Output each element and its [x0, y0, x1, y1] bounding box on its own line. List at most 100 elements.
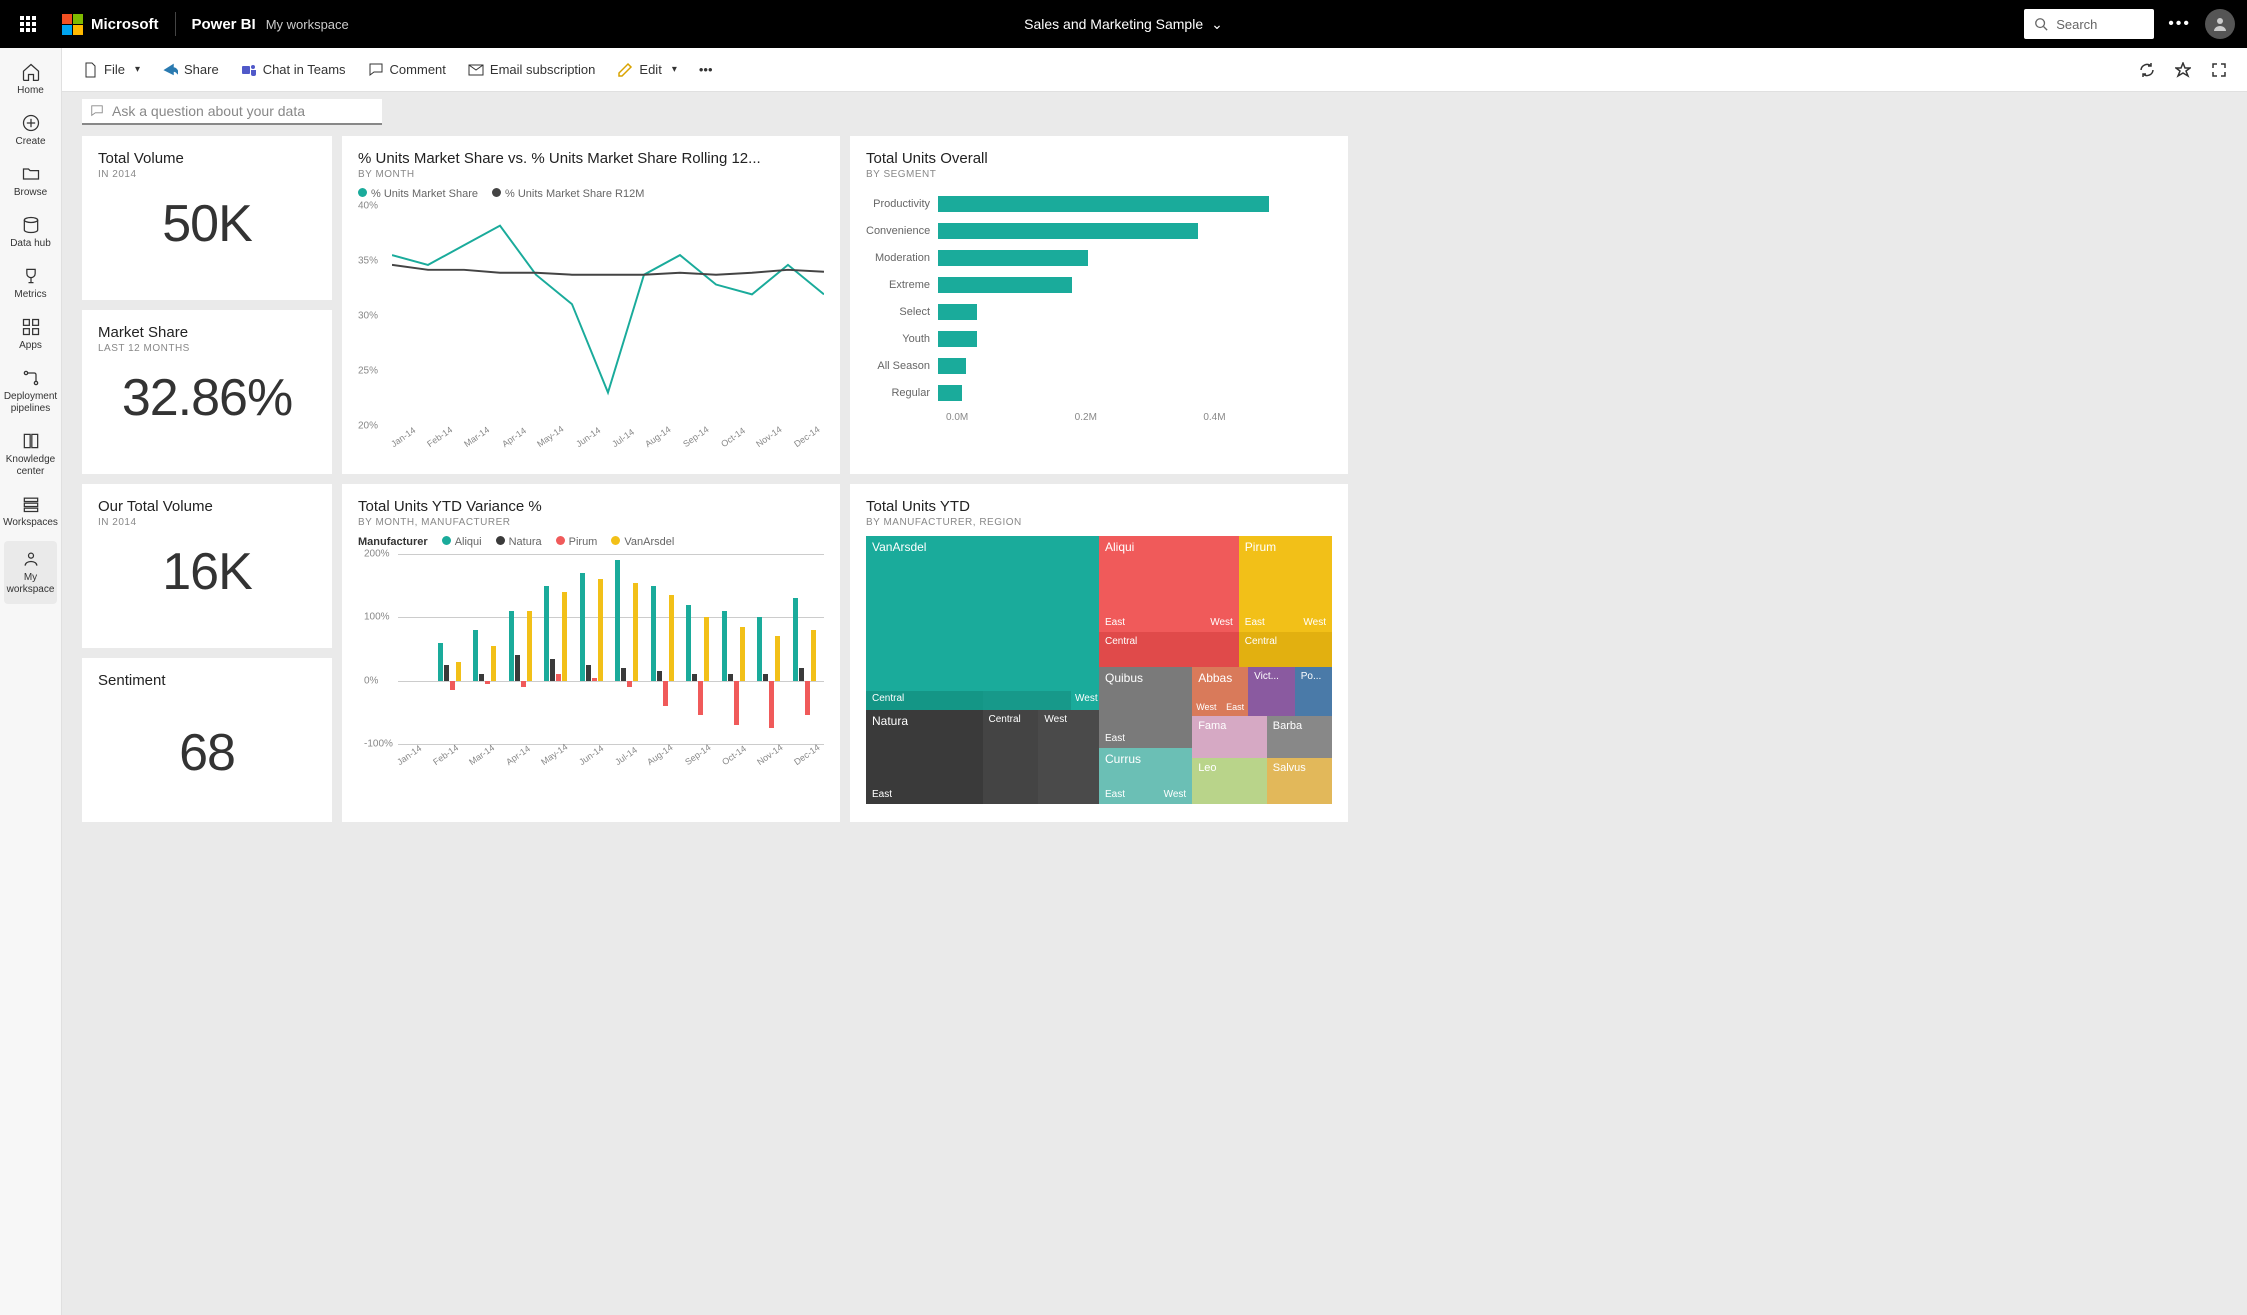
- divider: [175, 12, 176, 36]
- nav-label: My workspace: [6, 572, 55, 596]
- chart-legend: Manufacturer Aliqui Natura Pirum VanArsd…: [358, 536, 824, 548]
- hbar-row: All Season: [866, 352, 1332, 379]
- chat-bubble-icon: [90, 104, 104, 118]
- nav-label: Workspaces: [3, 517, 58, 529]
- search-placeholder: Search: [2056, 17, 2097, 32]
- share-button[interactable]: Share: [162, 62, 219, 78]
- person-icon: [2212, 16, 2228, 32]
- app-launcher-icon[interactable]: [12, 8, 44, 40]
- more-menu[interactable]: •••: [699, 62, 713, 77]
- qna-input[interactable]: Ask a question about your data: [82, 99, 382, 125]
- tile-subtitle: IN 2014: [98, 169, 316, 180]
- microsoft-text: Microsoft: [91, 16, 159, 33]
- tile-title: Total Units Overall: [866, 150, 1332, 167]
- tile-title: Total Units YTD Variance %: [358, 498, 824, 515]
- hbar-row: Productivity: [866, 190, 1332, 217]
- book-icon: [21, 431, 41, 451]
- nav-label: Data hub: [10, 238, 51, 250]
- legend-item: VanArsdel: [624, 536, 674, 548]
- treemap-body: VanArsdelEast NaturaEast Central West Ce…: [866, 536, 1332, 804]
- nav-label: Create: [15, 136, 45, 148]
- nav-label: Metrics: [14, 289, 46, 301]
- legend-item: % Units Market Share: [371, 188, 478, 200]
- nav-my-workspace[interactable]: My workspace: [4, 541, 57, 604]
- nav-label: Home: [17, 85, 44, 97]
- tile-title: Total Volume: [98, 150, 316, 167]
- nav-create[interactable]: Create: [0, 105, 61, 156]
- trophy-icon: [21, 266, 41, 286]
- folder-icon: [21, 164, 41, 184]
- nav-knowledge[interactable]: Knowledge center: [0, 423, 61, 486]
- nav-label: Apps: [19, 340, 42, 352]
- database-icon: [21, 215, 41, 235]
- tile-grouped-bar-variance[interactable]: Total Units YTD Variance % BY MONTH, MAN…: [342, 484, 840, 822]
- grouped-bar-body: -100%0%100%200%Jan-14Feb-14Mar-14Apr-14M…: [398, 554, 824, 744]
- stack-icon: [21, 494, 41, 514]
- left-nav: Home Create Browse Data hub Metrics Apps…: [0, 48, 62, 1315]
- tile-total-volume[interactable]: Total Volume IN 2014 50K: [82, 136, 332, 300]
- workspace-name[interactable]: My workspace: [266, 17, 349, 32]
- user-avatar[interactable]: [2205, 9, 2235, 39]
- nav-apps[interactable]: Apps: [0, 309, 61, 360]
- tile-subtitle: BY MONTH: [358, 169, 824, 180]
- tile-our-total-volume[interactable]: Our Total Volume IN 2014 16K: [82, 484, 332, 648]
- legend-item: % Units Market Share R12M: [505, 188, 644, 200]
- tile-subtitle: LAST 12 MONTHS: [98, 343, 316, 354]
- tile-subtitle: BY SEGMENT: [866, 169, 1332, 180]
- legend-item: Natura: [509, 536, 542, 548]
- tile-sentiment[interactable]: Sentiment 68: [82, 658, 332, 822]
- hbar-row: Moderation: [866, 244, 1332, 271]
- email-subscription-button[interactable]: Email subscription: [468, 62, 596, 78]
- comment-icon: [368, 62, 384, 78]
- report-title: Sales and Marketing Sample: [1024, 16, 1203, 32]
- file-icon: [82, 62, 98, 78]
- menu-label: File: [104, 62, 125, 77]
- edit-menu[interactable]: Edit: [617, 62, 676, 78]
- nav-home[interactable]: Home: [0, 54, 61, 105]
- nav-browse[interactable]: Browse: [0, 156, 61, 207]
- hbar-row: Extreme: [866, 271, 1332, 298]
- ellipsis-icon: •••: [699, 62, 713, 77]
- pipeline-icon: [21, 368, 41, 388]
- qna-bar: Ask a question about your data: [62, 92, 2247, 132]
- line-chart-body: 20%25%30%35%40%Jan-14Feb-14Mar-14Apr-14M…: [392, 206, 824, 426]
- search-icon: [2034, 17, 2048, 31]
- qna-placeholder: Ask a question about your data: [112, 103, 305, 119]
- comment-button[interactable]: Comment: [368, 62, 446, 78]
- nav-metrics[interactable]: Metrics: [0, 258, 61, 309]
- tile-hbar-segment[interactable]: Total Units Overall BY SEGMENT Productiv…: [850, 136, 1348, 474]
- menu-label: Edit: [639, 62, 661, 77]
- kpi-value: 50K: [98, 194, 316, 254]
- tile-treemap[interactable]: Total Units YTD BY MANUFACTURER, REGION …: [850, 484, 1348, 822]
- tile-subtitle: BY MONTH, MANUFACTURER: [358, 517, 824, 528]
- legend-item: Aliqui: [455, 536, 482, 548]
- nav-label: Deployment pipelines: [2, 391, 59, 415]
- search-input[interactable]: Search: [2024, 9, 2154, 39]
- menu-label: Email subscription: [490, 62, 596, 77]
- tile-title: Sentiment: [98, 672, 316, 689]
- report-title-dropdown[interactable]: Sales and Marketing Sample ⌄: [1024, 16, 1223, 33]
- tile-title: Our Total Volume: [98, 498, 316, 515]
- hbar-row: Youth: [866, 325, 1332, 352]
- star-icon[interactable]: [2175, 62, 2191, 78]
- product-brand[interactable]: Power BI: [192, 16, 256, 33]
- fullscreen-icon[interactable]: [2211, 62, 2227, 78]
- tile-market-share[interactable]: Market Share LAST 12 MONTHS 32.86%: [82, 310, 332, 474]
- menu-label: Chat in Teams: [263, 62, 346, 77]
- refresh-icon[interactable]: [2139, 62, 2155, 78]
- file-menu[interactable]: File: [82, 62, 140, 78]
- teams-icon: [241, 62, 257, 78]
- hbar-row: Convenience: [866, 217, 1332, 244]
- chat-teams-button[interactable]: Chat in Teams: [241, 62, 346, 78]
- home-icon: [21, 62, 41, 82]
- tile-title: Total Units YTD: [866, 498, 1332, 515]
- nav-workspaces[interactable]: Workspaces: [0, 486, 61, 537]
- more-options-button[interactable]: •••: [2168, 15, 2191, 33]
- tile-line-market-share[interactable]: % Units Market Share vs. % Units Market …: [342, 136, 840, 474]
- nav-data-hub[interactable]: Data hub: [0, 207, 61, 258]
- share-icon: [162, 62, 178, 78]
- nav-deployment[interactable]: Deployment pipelines: [0, 360, 61, 423]
- mail-icon: [468, 62, 484, 78]
- apps-icon: [21, 317, 41, 337]
- tile-subtitle: BY MANUFACTURER, REGION: [866, 517, 1332, 528]
